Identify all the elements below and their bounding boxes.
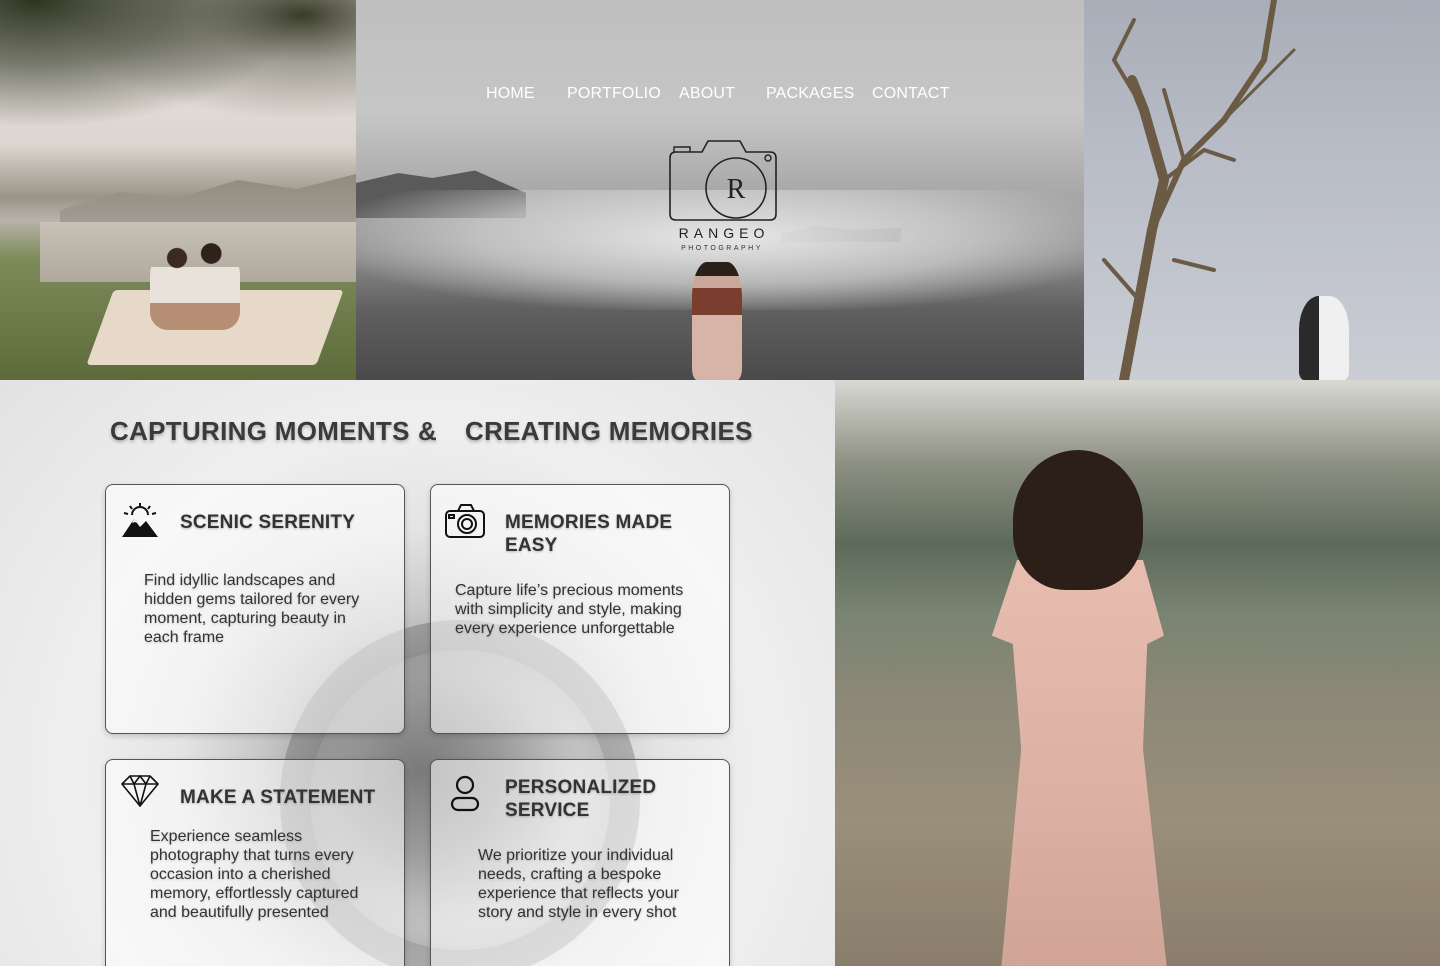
heading-left: CAPTURING MOMENTS — [110, 416, 410, 446]
hero-photo-misty-couple: HOME PORTFOLIO ABOUT PACKAGES CONTACT R … — [356, 0, 1084, 380]
card-title: SCENIC SERENITY — [180, 512, 356, 533]
brand-tagline: PHOTOGRAPHY — [681, 245, 763, 252]
nav-contact[interactable]: CONTACT — [872, 85, 950, 103]
couple-figure — [150, 240, 240, 330]
card-description: Experience seamless photography that tur… — [150, 828, 359, 921]
dead-tree-icon — [1102, 0, 1296, 380]
person-icon — [450, 775, 480, 812]
service-card-personalized-service[interactable]: PERSONALIZED SERVICE We prioritize your … — [430, 759, 730, 966]
nav-home[interactable]: HOME — [486, 85, 535, 103]
brand-name: RANGEO — [678, 225, 770, 241]
service-card-memories-made-easy[interactable]: MEMORIES MADE EASY Capture life’s precio… — [430, 484, 730, 734]
brand-logo[interactable]: R RANGEO PHOTOGRAPHY — [652, 138, 792, 263]
section-heading: CAPTURING MOMENTS & CREATING MEMORIES — [0, 416, 835, 450]
diamond-icon — [121, 775, 159, 807]
nav-packages[interactable]: PACKAGES — [766, 85, 854, 103]
hero-photo-couple-picnic — [0, 0, 356, 380]
card-description: Find idyllic landscapes and hidden gems … — [144, 572, 360, 646]
hills — [60, 174, 356, 228]
hero-photo-tree-couple — [1084, 0, 1440, 380]
page: HOME PORTFOLIO ABOUT PACKAGES CONTACT R … — [0, 0, 1440, 966]
pink-dress — [991, 560, 1169, 966]
card-title: MEMORIES MADE EASY — [505, 512, 673, 556]
nav-about[interactable]: ABOUT — [679, 85, 735, 103]
couple-figure — [692, 262, 742, 380]
card-description: Capture life’s precious moments with sim… — [455, 582, 684, 637]
sun-mountain-icon — [122, 503, 158, 537]
heading-ampersand: & — [418, 416, 438, 446]
card-title: MAKE A STATEMENT — [180, 787, 376, 808]
nav-portfolio[interactable]: PORTFOLIO — [567, 85, 661, 103]
card-description: We prioritize your individual needs, cra… — [478, 847, 679, 921]
camera-icon — [445, 504, 485, 538]
camera-logo-icon: R — [669, 140, 777, 221]
services-section: CAPTURING MOMENTS & CREATING MEMORIES SC… — [0, 380, 835, 966]
heading-right: CREATING MEMORIES — [465, 416, 753, 446]
tree-branches — [0, 0, 356, 150]
service-card-scenic-serenity[interactable]: SCENIC SERENITY Find idyllic landscapes … — [105, 484, 405, 734]
service-card-make-a-statement[interactable]: MAKE A STATEMENT Experience seamless pho… — [105, 759, 405, 966]
hair — [1013, 450, 1143, 590]
svg-text:R: R — [727, 174, 746, 205]
couple-figure — [1299, 296, 1349, 380]
card-title: PERSONALIZED SERVICE — [505, 777, 657, 821]
main-nav: HOME PORTFOLIO ABOUT PACKAGES CONTACT — [356, 85, 1084, 105]
photo-woman-pink-dress — [835, 380, 1440, 966]
